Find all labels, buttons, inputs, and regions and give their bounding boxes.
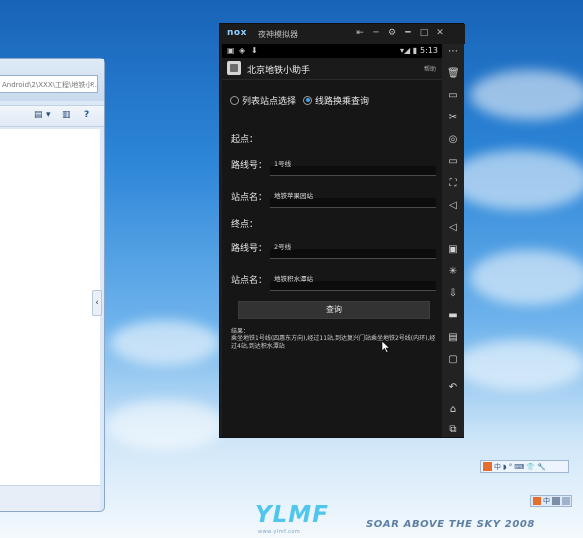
volume-down-icon[interactable]: ◁	[447, 222, 459, 234]
window-title: 夜神模拟器	[258, 30, 298, 39]
end-line-input[interactable]: 2号线	[270, 240, 436, 259]
cloud	[105, 400, 225, 450]
radio-list-select[interactable]	[230, 95, 239, 105]
help-menu-item[interactable]: 帮助	[424, 64, 436, 73]
keymapping-icon[interactable]: ⇩	[447, 288, 459, 300]
ime-mode-icon[interactable]: 中	[494, 462, 501, 472]
start-station-input[interactable]: 地铁苹果园站	[270, 189, 436, 208]
field-underlay	[270, 166, 436, 175]
fullscreen-icon[interactable]: ⛶	[447, 178, 459, 190]
chevron-down-icon[interactable]: ▾	[46, 110, 51, 120]
details-pane	[0, 485, 100, 511]
radio-label-route-transfer[interactable]: 线路换乘查询	[315, 94, 369, 107]
download-icon: ⬇	[251, 46, 258, 55]
notification-icon: ▣	[227, 46, 235, 55]
android-screen: ▣ ◈ ⬇ ▾◢ ▮ 5:13 北京地铁小助手 帮助 列表站点选择 线路换乘查询…	[222, 44, 442, 437]
punctuation-icon[interactable]: °	[509, 463, 513, 471]
start-line-input[interactable]: 1号线	[270, 157, 436, 176]
cloud	[455, 340, 583, 390]
cloud	[450, 150, 583, 210]
preview-pane-icon[interactable]: ▥	[62, 110, 71, 120]
end-line-label: 路线号：	[231, 244, 268, 254]
file-list-pane	[0, 129, 100, 511]
radio-route-transfer[interactable]	[303, 95, 313, 105]
toolbar-toggle-icon[interactable]: ─	[370, 27, 382, 39]
field-underlay	[270, 249, 436, 258]
apk-install-icon[interactable]: ▭	[447, 90, 459, 102]
ime-toolbar: 中 ◗ ° ⌨ 👕 🔧	[480, 460, 569, 473]
screen-icon[interactable]: ▭	[447, 156, 459, 168]
radio-label-list-select[interactable]: 列表站点选择	[242, 94, 296, 107]
cloud	[470, 70, 583, 120]
maximize-icon[interactable]: □	[418, 27, 430, 39]
app-title: 北京地铁小助手	[247, 66, 311, 76]
query-button[interactable]: 查询	[238, 301, 430, 319]
shield-icon: ◈	[239, 46, 246, 55]
explorer-window: Android\2\XXX\工程\地铁小… ⌕ ▤ ▾ ▥ ?	[0, 58, 105, 512]
action-bar: 北京地铁小助手 帮助	[222, 58, 442, 80]
back-icon[interactable]: ↶	[447, 382, 459, 394]
more-tools-icon[interactable]: ▢	[447, 354, 459, 366]
volume-up-icon[interactable]: ◁	[447, 200, 459, 212]
cloud	[110, 320, 220, 365]
app-icon	[227, 61, 241, 75]
status-bar: ▣ ◈ ⬇ ▾◢ ▮ 5:13	[222, 44, 442, 58]
multi-instance-icon[interactable]: ▤	[447, 332, 459, 344]
result-heading: 结果：	[231, 328, 250, 335]
screenshot-icon[interactable]: ▣	[447, 244, 459, 256]
keyboard-icon[interactable]: ⌨	[514, 463, 524, 471]
trash-icon[interactable]: 🗑	[447, 68, 460, 80]
nox-logo: nox	[227, 28, 247, 38]
minimize-icon[interactable]: ━	[402, 27, 414, 39]
end-station-label: 站点名：	[231, 276, 268, 286]
language-bar: 中	[530, 495, 572, 507]
start-station-label: 站点名：	[231, 193, 268, 203]
collapse-icon[interactable]: ‹	[92, 290, 102, 316]
end-station-value: 地铁积水潭站	[274, 275, 313, 283]
start-line-value: 1号线	[274, 160, 292, 168]
search-icon[interactable]: ⌕	[90, 79, 94, 89]
end-line-value: 2号线	[274, 243, 292, 251]
recents-icon[interactable]: ⧉	[447, 424, 459, 436]
restore-icon[interactable]	[562, 497, 570, 505]
wrench-icon[interactable]: 🔧	[537, 463, 546, 471]
start-line-label: 路线号：	[231, 161, 268, 171]
record-icon[interactable]: ▬	[447, 310, 459, 322]
end-heading: 终点：	[231, 220, 259, 230]
close-icon[interactable]: ✕	[434, 27, 446, 39]
start-station-value: 地铁苹果园站	[274, 192, 313, 200]
signal-battery-icon: ▾◢ ▮	[400, 46, 418, 55]
view-icon[interactable]: ▤	[34, 110, 43, 120]
location-icon[interactable]: ◎	[447, 134, 459, 146]
ime-logo-icon[interactable]	[533, 497, 541, 505]
nox-sidebar: ⋯ 🗑 ▭ ✂ ◎ ▭ ⛶ ◁ ◁ ▣ ✳ ⇩ ▬ ▤ ▢ ↶ ⌂ ⧉	[442, 44, 464, 437]
wallpaper-tagline: SOAR ABOVE THE SKY 2008	[366, 519, 535, 530]
nox-emulator-window: nox 夜神模拟器 ⇤ ─ ⚙ ━ □ ✕ ▣ ◈ ⬇ ▾◢ ▮ 5:13 北京…	[219, 23, 465, 438]
cloud	[470, 250, 583, 305]
explorer-toolbar: ▤ ▾ ▥ ?	[0, 105, 104, 127]
mouse-cursor-icon	[382, 341, 390, 353]
more-icon[interactable]: ⋯	[447, 46, 459, 58]
ime-mode-icon[interactable]: 中	[543, 496, 550, 506]
home-icon[interactable]: ⌂	[447, 404, 459, 416]
pin-icon[interactable]: ⇤	[354, 27, 366, 39]
options-icon[interactable]	[552, 497, 560, 505]
end-station-input[interactable]: 地铁积水潭站	[270, 272, 436, 291]
start-heading: 起点：	[231, 135, 259, 145]
nox-titlebar: nox 夜神模拟器 ⇤ ─ ⚙ ━ □ ✕	[220, 24, 465, 44]
settings-icon[interactable]: ⚙	[386, 27, 398, 39]
wallpaper-logo-url: www.ylmf.com	[258, 529, 301, 535]
wallpaper-logo: YLMF	[255, 502, 329, 528]
status-clock: 5:13	[420, 46, 438, 55]
ime-logo-icon[interactable]	[483, 462, 492, 471]
shake-icon[interactable]: ✳	[447, 266, 459, 278]
moon-icon[interactable]: ◗	[503, 463, 507, 471]
help-icon[interactable]: ?	[84, 110, 89, 120]
skin-icon[interactable]: 👕	[526, 463, 535, 471]
address-bar[interactable]: Android\2\XXX\工程\地铁小…	[0, 75, 98, 93]
scissors-icon[interactable]: ✂	[447, 112, 459, 124]
result-text: 乘坐地铁1号线(四惠东方向),经过11站,到达复兴门站乘坐地铁2号线(内环),经…	[231, 335, 436, 350]
mode-radio-group: 列表站点选择 线路换乘查询	[230, 93, 376, 107]
